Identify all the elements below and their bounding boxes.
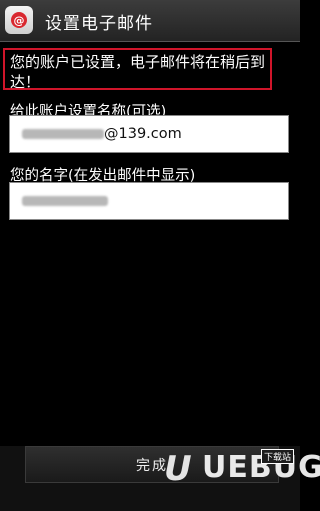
email-app-icon: @ [5,6,33,34]
your-name-field[interactable] [9,182,289,220]
redacted-text [22,196,108,206]
account-name-field[interactable]: @139.com [9,115,289,153]
done-button[interactable]: 完成 [25,446,279,483]
setup-complete-notice: 您的账户已设置，电子邮件将在稍后到达！ [3,48,272,91]
redacted-text [22,129,104,139]
title-bar: @ 设置电子邮件 [0,0,300,42]
at-icon: @ [11,12,27,28]
page-title: 设置电子邮件 [45,14,153,34]
account-name-value: @139.com [104,126,182,142]
